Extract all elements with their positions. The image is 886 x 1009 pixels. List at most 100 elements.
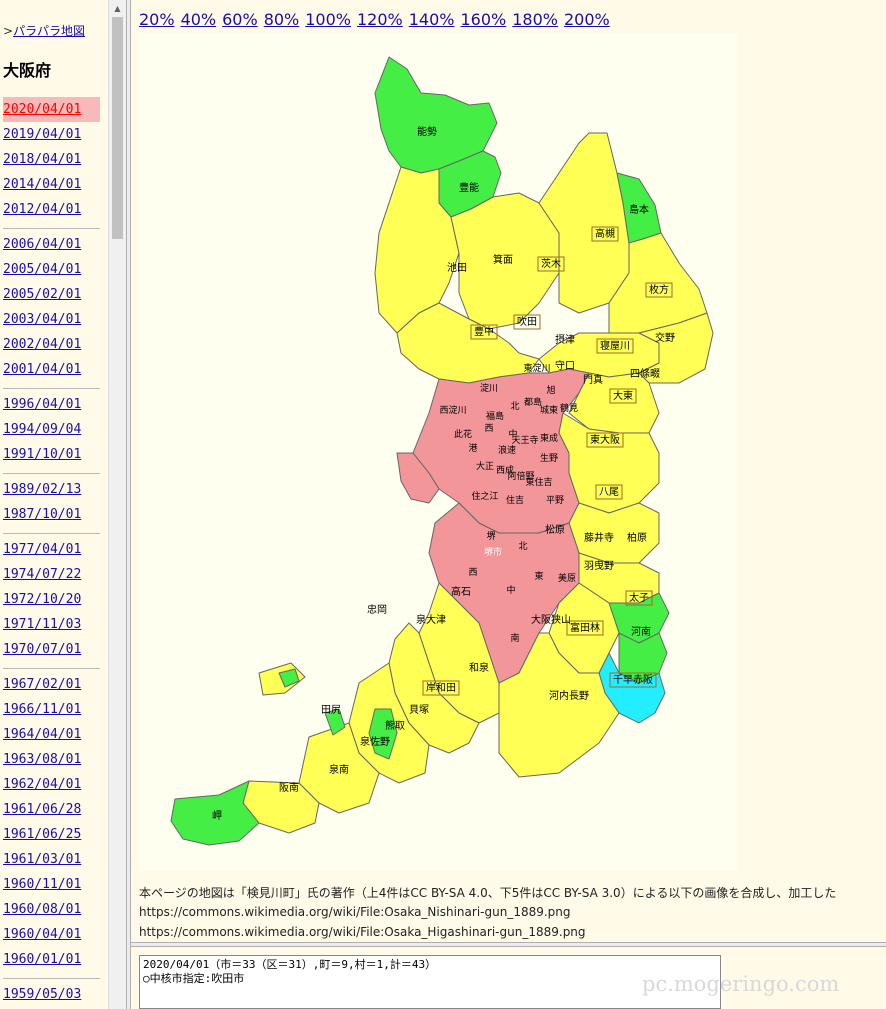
- map-label-konohana: 此花: [454, 428, 472, 440]
- map-label-chihayaakasaka: 千早赤阪: [613, 673, 653, 686]
- prefecture-title: 大阪府: [3, 61, 52, 80]
- map-label-minato: 港: [468, 442, 477, 454]
- credit-url-higashinari[interactable]: https://commons.wikimedia.org/wiki/File:…: [139, 925, 586, 939]
- map-label-nose: 能勢: [417, 125, 437, 138]
- zoom-link[interactable]: 180%: [512, 10, 558, 29]
- map-label-ibaraki: 茨木: [541, 257, 561, 270]
- date-link[interactable]: 1963/08/01: [3, 747, 100, 772]
- date-link[interactable]: 2012/04/01: [3, 197, 100, 222]
- zoom-links: 20% 40% 60% 80% 100% 120% 140% 160% 180% 200%: [139, 10, 616, 29]
- date-link[interactable]: 1959/05/03: [3, 982, 100, 1007]
- region-takatsuki[interactable]: [538, 132, 630, 314]
- date-link[interactable]: 1966/11/01: [3, 697, 100, 722]
- credit-text: 本ページの地図は「検見川町」氏の著作（上4件はCC BY-SA 4.0、下5件は…: [139, 886, 837, 900]
- info-count-line: 2020/04/01（市＝33（区＝31）,町＝9,村＝1,計＝43）: [143, 958, 437, 971]
- scroll-up-arrow-icon[interactable]: ▲: [109, 0, 126, 17]
- zoom-link[interactable]: 200%: [564, 10, 610, 29]
- map-label-tadaoka: 忠岡: [367, 604, 387, 616]
- map-label-toyono: 豊能: [459, 181, 479, 194]
- map-label-tajiri: 田尻: [321, 704, 341, 716]
- date-link[interactable]: 1972/10/20: [3, 587, 100, 612]
- date-link[interactable]: 1960/11/01: [3, 872, 100, 897]
- map-label-izumi: 和泉: [469, 661, 489, 674]
- zoom-link[interactable]: 140%: [409, 10, 455, 29]
- map-label-fujiidera: 藤井寺: [584, 531, 614, 544]
- zoom-link[interactable]: 100%: [305, 10, 351, 29]
- map-label-kadoma: 門真: [583, 373, 603, 386]
- map-label-habikino: 羽曳野: [584, 560, 614, 572]
- zoom-link[interactable]: 80%: [264, 10, 300, 29]
- map-label-taisho: 大正: [476, 460, 494, 472]
- map-label-izumiotsu: 泉大津: [416, 613, 446, 626]
- date-link[interactable]: 1962/04/01: [3, 772, 100, 797]
- map-label-taishi: 太子: [629, 591, 649, 604]
- date-link[interactable]: 1977/04/01: [3, 537, 100, 562]
- date-link[interactable]: 1961/06/25: [3, 822, 100, 847]
- map-label-fukushima: 福島: [486, 410, 504, 422]
- sidebar-scrollbar[interactable]: ▲: [108, 0, 126, 1009]
- date-link[interactable]: 1991/10/01: [3, 442, 100, 467]
- map-label-izumisano: 泉佐野: [360, 735, 390, 748]
- map-label-kanan: 河南: [631, 625, 651, 638]
- date-link[interactable]: 1967/02/01: [3, 672, 100, 697]
- map-label-yao: 八尾: [599, 486, 619, 498]
- date-link[interactable]: 2019/04/01: [3, 122, 100, 147]
- map-label-moriguchi: 守口: [555, 359, 575, 372]
- date-link[interactable]: 2014/04/01: [3, 172, 100, 197]
- date-link[interactable]: 2005/02/01: [3, 282, 100, 307]
- map-label-mihara: 美原: [558, 572, 576, 584]
- zoom-link[interactable]: 160%: [461, 10, 507, 29]
- date-link[interactable]: 1964/04/01: [3, 722, 100, 747]
- map-label-daito: 大東: [613, 389, 633, 402]
- map-label-neyagawa: 寝屋川: [600, 339, 630, 352]
- date-link[interactable]: 1994/09/04: [3, 417, 100, 442]
- map-label-kawachinagano: 河内長野: [549, 689, 589, 702]
- date-link[interactable]: 1961/03/01: [3, 847, 100, 872]
- date-link[interactable]: 1989/02/13: [3, 477, 100, 502]
- date-link[interactable]: 1970/07/01: [3, 637, 100, 662]
- map-label-asahi: 旭: [546, 384, 555, 396]
- date-link[interactable]: 2003/04/01: [3, 307, 100, 332]
- map-label-misaki: 岬: [212, 810, 222, 822]
- zoom-link[interactable]: 20%: [139, 10, 175, 29]
- date-link[interactable]: 1960/08/01: [3, 897, 100, 922]
- map-label-shimamoto: 島本: [629, 203, 649, 216]
- map-label-higashisumiyoshi: 東住吉: [525, 476, 552, 488]
- map-label-tondabayashi: 富田林: [570, 621, 600, 634]
- zoom-link[interactable]: 40%: [181, 10, 217, 29]
- map-label-higashinari: 東成: [540, 432, 558, 444]
- map-label-sennan: 泉南: [329, 763, 349, 776]
- date-link[interactable]: 2005/04/01: [3, 257, 100, 282]
- map-label-sumiyoshi: 住吉: [506, 494, 524, 506]
- date-link[interactable]: 1971/11/03: [3, 612, 100, 637]
- date-link[interactable]: 2006/04/01: [3, 232, 100, 257]
- map-label-sakai-nishi: 西: [468, 567, 477, 578]
- municipality-info-box[interactable]: 2020/04/01（市＝33（区＝31）,町＝9,村＝1,計＝43） ○中核市…: [139, 955, 721, 1009]
- date-link[interactable]: 2020/04/01: [3, 97, 100, 122]
- date-link[interactable]: 1961/06/28: [3, 797, 100, 822]
- date-group: 1989/02/13 1987/10/01: [3, 473, 100, 527]
- date-group: 1959/05/031959/04/20: [3, 978, 100, 1009]
- date-list: 2020/04/01 2019/04/01 2018/04/01 2014/04/01…: [0, 97, 108, 1009]
- map-label-settsu: 摂津: [555, 333, 575, 346]
- credit-url-nishinari[interactable]: https://commons.wikimedia.org/wiki/File:…: [139, 905, 571, 919]
- date-link[interactable]: 1987/10/01: [3, 502, 100, 527]
- parapara-map-link[interactable]: パラパラ地図: [13, 24, 85, 38]
- map-label-sakai-kita: 北: [518, 541, 527, 552]
- date-link[interactable]: 1960/04/01: [3, 922, 100, 947]
- map-label-yodogawa: 淀川: [480, 382, 498, 394]
- date-link[interactable]: 1960/01/01: [3, 947, 100, 972]
- date-link[interactable]: 2002/04/01: [3, 332, 100, 357]
- date-link[interactable]: 1974/07/22: [3, 562, 100, 587]
- date-link[interactable]: 1996/04/01: [3, 392, 100, 417]
- map-frame: 20% 40% 60% 80% 100% 120% 140% 160% 180% 200%: [131, 0, 886, 942]
- map-label-shijonawate: 四條畷: [630, 367, 660, 380]
- info-core-city-line: ○中核市指定:吹田市: [143, 972, 245, 985]
- scrollbar-thumb[interactable]: [112, 17, 123, 239]
- map-label-sakai-city: 堺市: [484, 546, 502, 558]
- zoom-link[interactable]: 60%: [222, 10, 258, 29]
- zoom-link[interactable]: 120%: [357, 10, 403, 29]
- osaka-map: 能勢 豊能 島本 高槻 池田 箕面 茨木 枚方 豊中 吹田 摂津 寝屋川 交野 守口 門真 四條畷 東淀川 淀川 旭…: [139, 33, 737, 871]
- date-link[interactable]: 2001/04/01: [3, 357, 100, 382]
- date-link[interactable]: 2018/04/01: [3, 147, 100, 172]
